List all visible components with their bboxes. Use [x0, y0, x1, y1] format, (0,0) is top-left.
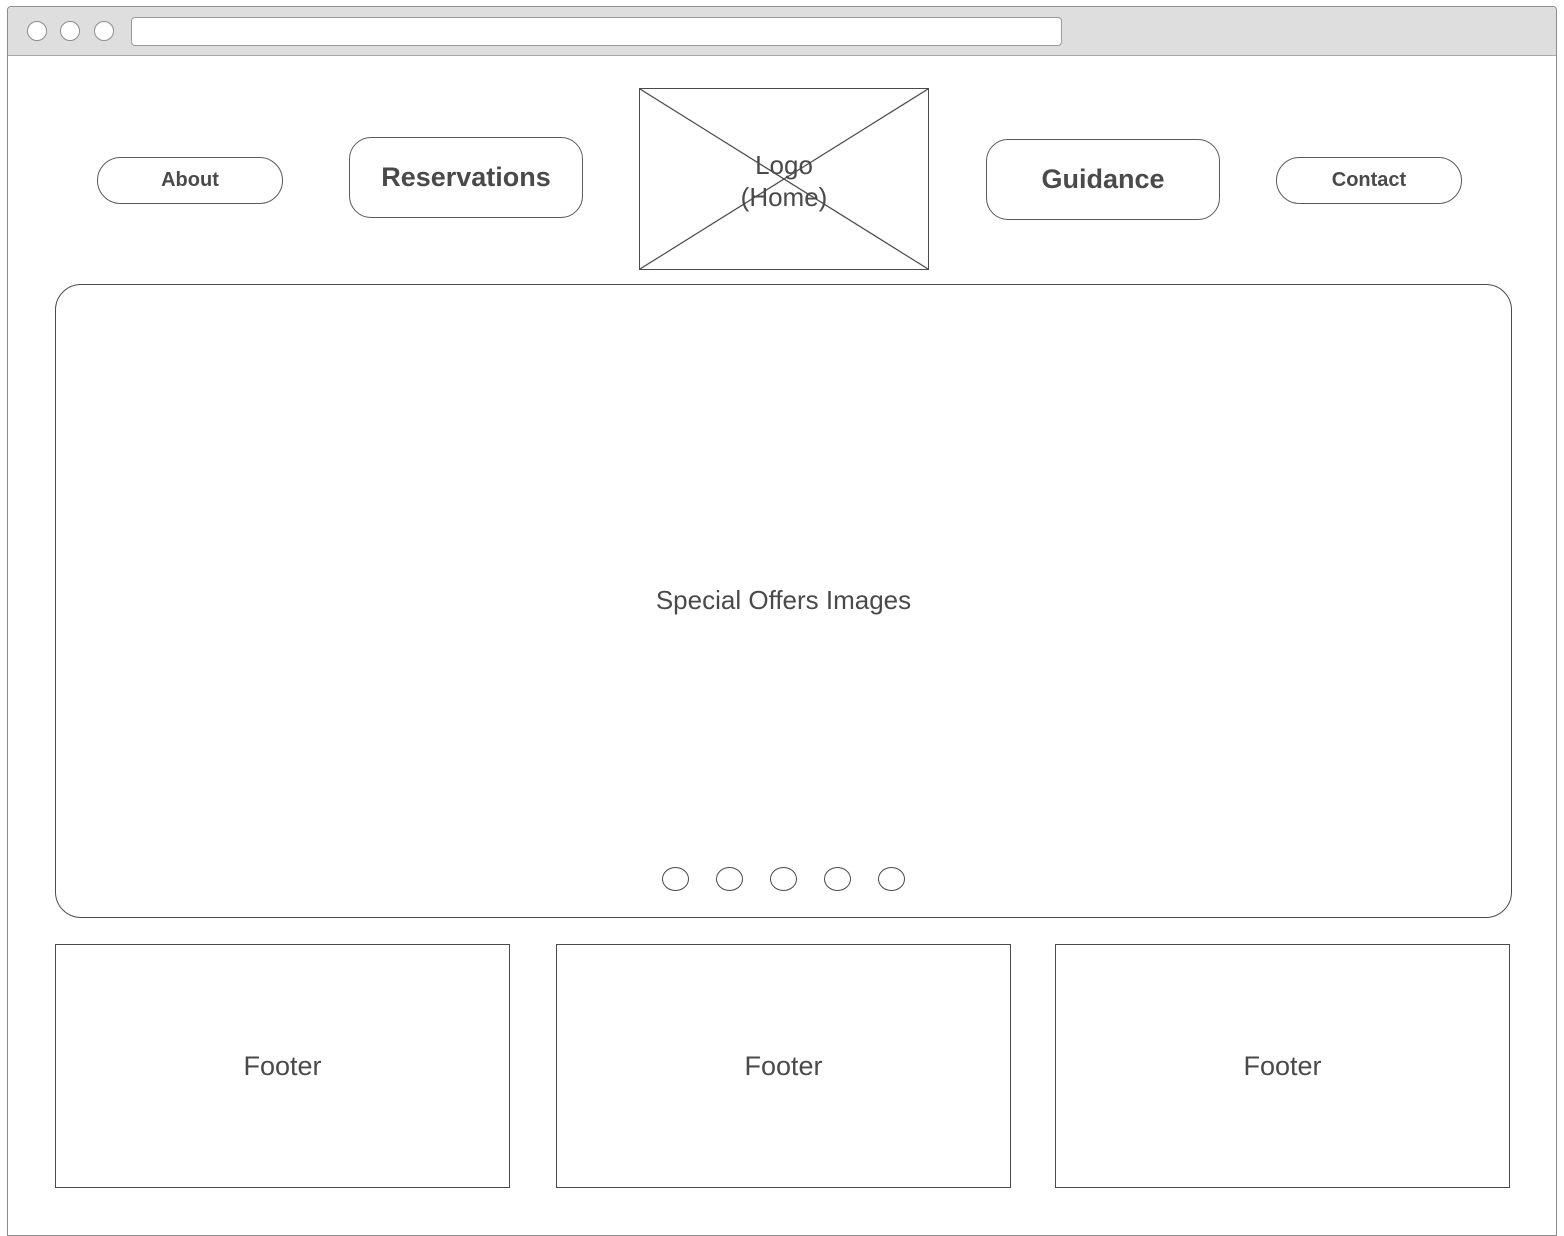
- carousel-dot-3[interactable]: [770, 867, 797, 891]
- carousel-label: Special Offers Images: [655, 585, 912, 615]
- carousel-dot-4[interactable]: [824, 867, 851, 891]
- carousel-dot-5[interactable]: [878, 867, 905, 891]
- minimize-window-button[interactable]: [60, 21, 80, 41]
- carousel-dot-2[interactable]: [716, 867, 743, 891]
- footer-label: Footer: [1243, 1050, 1322, 1081]
- close-window-button[interactable]: [27, 21, 47, 41]
- nav-reservations-button[interactable]: Reservations: [349, 137, 583, 218]
- nav-about-button[interactable]: About: [97, 157, 283, 204]
- footer-label: Footer: [243, 1050, 322, 1081]
- logo-label-line1: Logo: [755, 150, 813, 180]
- footer-label: Footer: [744, 1050, 823, 1081]
- nav-contact-button[interactable]: Contact: [1276, 157, 1462, 204]
- carousel-pagination: [56, 867, 1511, 891]
- logo-label: Logo (Home): [640, 149, 928, 213]
- footer-column-2: Footer: [556, 944, 1011, 1188]
- browser-titlebar: [8, 7, 1556, 56]
- logo-label-line2: (Home): [740, 182, 828, 212]
- footer-column-3: Footer: [1055, 944, 1510, 1188]
- carousel-dot-1[interactable]: [662, 867, 689, 891]
- maximize-window-button[interactable]: [94, 21, 114, 41]
- logo-home-link[interactable]: Logo (Home): [639, 88, 929, 270]
- special-offers-carousel[interactable]: Special Offers Images: [55, 284, 1512, 918]
- nav-guidance-button[interactable]: Guidance: [986, 139, 1220, 220]
- footer-column-1: Footer: [55, 944, 510, 1188]
- address-bar[interactable]: [131, 17, 1062, 46]
